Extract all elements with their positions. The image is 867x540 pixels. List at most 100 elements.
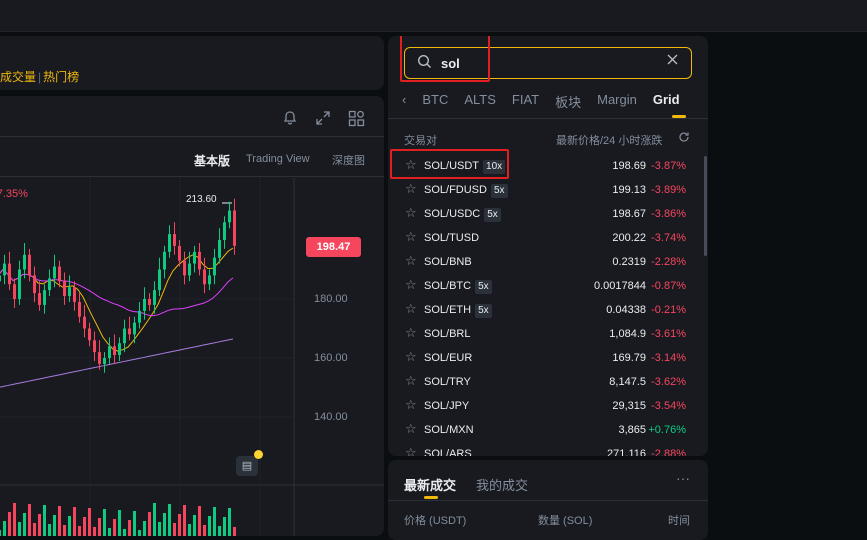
candlestick-chart[interactable] [0,96,384,536]
price-change: -3.14% [651,352,686,364]
star-icon[interactable]: ☆ [405,181,417,197]
tab-sector[interactable]: 板块 [555,92,581,114]
star-icon[interactable]: ☆ [405,301,417,317]
tab-grid[interactable]: Grid [653,92,680,114]
volume-link[interactable]: 成交量 [0,70,36,84]
volume-bar [168,504,171,536]
star-icon[interactable]: ☆ [405,229,417,245]
star-icon[interactable]: ☆ [405,205,417,221]
tab-latest-trades[interactable]: 最新成交 [404,475,456,494]
volume-bar [3,521,6,536]
last-price: 3,865 [618,424,646,436]
moving-average-line [0,338,234,388]
notes-icon[interactable]: ▤ [236,456,258,476]
volume-bar [158,522,161,536]
candle-body [198,251,201,270]
chevron-left-icon[interactable]: ‹ [402,92,406,114]
star-icon[interactable]: ☆ [405,157,417,173]
leverage-badge: 5x [490,184,508,198]
candle-body [203,269,206,285]
volume-bar [78,526,81,536]
tab-my-trades[interactable]: 我的成交 [476,475,528,494]
star-icon[interactable]: ☆ [405,325,417,341]
volume-bar [143,521,146,536]
price-change: -0.21% [651,304,686,316]
last-price: 0.04338 [606,304,646,316]
last-price: 1,084.9 [609,328,646,340]
column-header-price-change[interactable]: 最新价格/24 小时涨跌 [556,132,662,148]
volume-bar [208,516,211,536]
volume-bar [213,507,216,536]
market-row[interactable]: ☆ SOL/ARS 271,116 -2.88% [388,442,708,456]
candle-body [68,287,71,297]
star-icon[interactable]: ☆ [405,373,417,389]
price-change: -3.87% [651,160,686,172]
current-price-tag: 198.47 [306,237,361,257]
star-icon[interactable]: ☆ [405,349,417,365]
search-input[interactable] [441,54,661,72]
volume-bar [103,509,106,536]
candle-body [63,281,66,297]
symbol-header-panel: 成交量 | 热门榜 [0,36,384,90]
star-icon[interactable]: ☆ [405,277,417,293]
last-price: 200.22 [612,232,646,244]
star-icon[interactable]: ☆ [405,421,417,437]
market-row[interactable]: ☆ SOL/BRL 1,084.9 -3.61% [388,322,708,346]
volume-bar [203,525,206,536]
volume-bar [28,504,31,536]
pair-symbol: SOL/EUR [424,352,473,364]
search-box[interactable] [404,47,692,79]
more-icon[interactable]: ··· [676,470,690,486]
hot-list-link[interactable]: 热门榜 [43,70,79,84]
star-icon[interactable]: ☆ [405,397,417,413]
candle-body [88,328,91,341]
volume-bar [233,527,236,536]
volume-bar [138,530,141,536]
tab-btc[interactable]: BTC [422,92,448,114]
pair-symbol: SOL/TUSD [424,232,480,244]
market-row[interactable]: ☆ SOL/FDUSD 5x 199.13 -3.89% [388,178,708,202]
market-row[interactable]: ☆ SOL/TRY 8,147.5 -3.62% [388,370,708,394]
volume-bar [178,514,181,536]
candle-body [218,240,221,258]
market-row[interactable]: ☆ SOL/EUR 169.79 -3.14% [388,346,708,370]
last-price: 198.67 [612,208,646,220]
refresh-icon[interactable] [678,131,690,146]
price-change: -3.61% [651,328,686,340]
market-row[interactable]: ☆ SOL/BNB 0.2319 -2.28% [388,250,708,274]
candle-body [118,343,121,356]
market-row[interactable]: ☆ SOL/USDC 5x 198.67 -3.86% [388,202,708,226]
last-price: 0.0017844 [594,280,646,292]
market-row[interactable]: ☆ SOL/TUSD 200.22 -3.74% [388,226,708,250]
volume-bar [93,527,96,536]
tab-fiat[interactable]: FIAT [512,92,539,114]
candle-body [158,269,161,291]
volume-bar [13,503,16,536]
column-header-pair[interactable]: 交易对 [404,132,437,148]
scrollbar[interactable] [704,156,707,256]
market-row[interactable]: ☆ SOL/ETH 5x 0.04338 -0.21% [388,298,708,322]
search-icon [417,54,432,72]
volume-bar [108,528,111,536]
candle-body [13,284,16,299]
candle-body [58,266,61,282]
star-icon[interactable]: ☆ [405,253,417,269]
volume-bar [43,505,46,536]
price-change: -3.74% [651,232,686,244]
market-row[interactable]: ☆ SOL/BTC 5x 0.0017844 -0.87% [388,274,708,298]
tabs-divider [388,118,708,119]
market-row[interactable]: ☆ SOL/MXN 3,865 +0.76% [388,418,708,442]
candle-body [38,293,41,305]
candle-body [123,328,126,344]
clear-search-icon[interactable] [666,53,679,70]
market-row[interactable]: ☆ SOL/JPY 29,315 -3.54% [388,394,708,418]
volume-bar [38,514,41,536]
market-row[interactable]: ☆ SOL/USDT 10x 198.69 -3.87% [388,154,708,178]
star-icon[interactable]: ☆ [405,445,417,456]
last-price: 198.69 [612,160,646,172]
last-price: 271,116 [607,448,646,456]
leverage-badge: 5x [475,304,492,318]
tab-alts[interactable]: ALTS [464,92,496,114]
tab-margin[interactable]: Margin [597,92,637,114]
candle-body [208,275,211,285]
